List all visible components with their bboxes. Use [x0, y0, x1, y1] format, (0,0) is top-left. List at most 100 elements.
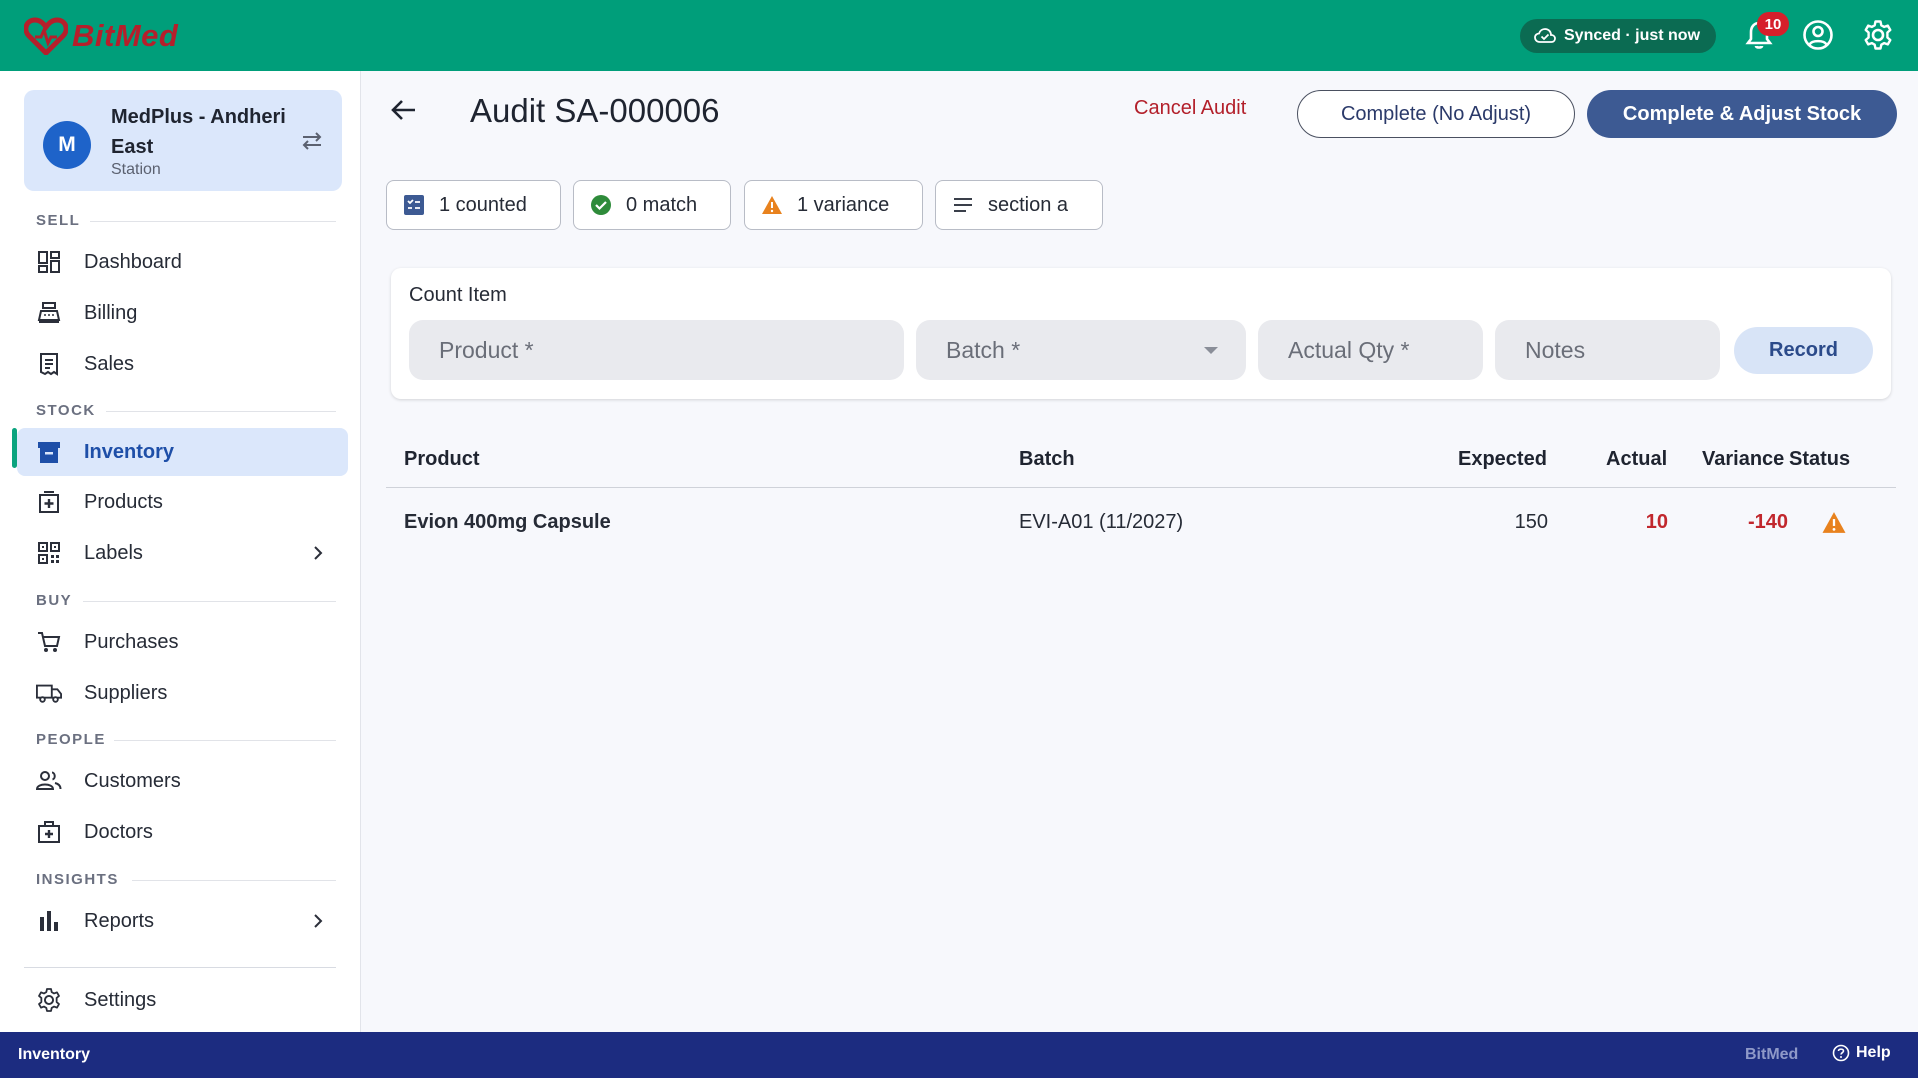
sidebar-item-labels[interactable]: Labels: [12, 529, 348, 577]
match-chip[interactable]: 0 match: [573, 180, 731, 230]
cell-actual: 10: [1645, 511, 1668, 533]
sidebar-item-doctors[interactable]: Doctors: [12, 808, 348, 856]
sidebar-item-label: Inventory: [84, 441, 175, 463]
match-chip-label: 0 match: [626, 193, 698, 216]
section-people: PEOPLE: [36, 731, 106, 748]
sidebar-item-purchases[interactable]: Purchases: [12, 618, 348, 666]
divider: [24, 967, 336, 968]
settings-button[interactable]: [1860, 17, 1896, 53]
counted-chip[interactable]: 1 counted: [386, 180, 561, 230]
archive-icon: [36, 439, 62, 465]
checklist-icon: [404, 195, 424, 215]
sidebar-item-label: Billing: [84, 302, 138, 324]
actual-qty-placeholder: Actual Qty *: [1288, 336, 1410, 363]
arrow-left-icon: [391, 100, 415, 120]
cancel-audit-button[interactable]: Cancel Audit: [1134, 97, 1246, 120]
sidebar-item-label: Labels: [84, 542, 143, 564]
gear-icon: [36, 987, 62, 1013]
cart-icon: [36, 629, 62, 655]
section-insights: INSIGHTS: [36, 871, 119, 888]
help-circle-icon: [1832, 1044, 1850, 1062]
divider: [114, 740, 336, 741]
complete-no-adjust-button[interactable]: Complete (No Adjust): [1297, 90, 1575, 138]
app-logo[interactable]: BitMed: [24, 16, 178, 56]
swap-horizontal-icon[interactable]: [299, 128, 325, 154]
column-header-expected[interactable]: Expected: [1458, 448, 1547, 471]
sidebar-item-reports[interactable]: Reports: [12, 897, 348, 945]
account-circle-icon: [1803, 20, 1833, 50]
column-header-actual[interactable]: Actual: [1606, 448, 1667, 471]
chevron-right-icon: [314, 546, 323, 560]
section-chip[interactable]: section a: [935, 180, 1103, 230]
footer-brand: BitMed: [1745, 1046, 1799, 1063]
sidebar-item-products[interactable]: Products: [12, 478, 348, 526]
variance-chip[interactable]: 1 variance: [744, 180, 923, 230]
section-chip-label: section a: [988, 193, 1069, 216]
current-page-label: Inventory: [18, 1046, 91, 1063]
counted-chip-label: 1 counted: [439, 193, 527, 216]
divider: [90, 221, 336, 222]
heart-logo-icon: [24, 17, 68, 55]
cell-variance: -140: [1747, 511, 1788, 533]
brand-name: BitMed: [72, 18, 179, 53]
gear-icon: [1864, 20, 1892, 50]
cloud-check-icon: [1534, 28, 1556, 43]
back-button[interactable]: [386, 92, 422, 128]
actual-qty-input[interactable]: Actual Qty *: [1258, 320, 1483, 380]
help-link[interactable]: Help: [1832, 1044, 1891, 1062]
top-bar: BitMed Synced · just now 10: [0, 0, 1918, 71]
cell-product: Evion 400mg Capsule: [404, 511, 611, 533]
store-switcher[interactable]: M MedPlus - Andheri East Station: [24, 90, 342, 191]
notification-badge: 10: [1757, 12, 1789, 36]
store-subtitle: Station: [111, 161, 161, 178]
section-buy: BUY: [36, 592, 73, 609]
bar-chart-icon: [36, 908, 62, 934]
column-header-status[interactable]: Status: [1789, 448, 1850, 471]
sync-status[interactable]: Synced · just now: [1520, 19, 1716, 53]
cell-batch: EVI-A01 (11/2027): [1019, 511, 1184, 533]
avatar: M: [43, 121, 91, 169]
check-circle-icon: [591, 195, 611, 215]
sidebar-item-label: Settings: [84, 989, 157, 1011]
sidebar-item-label: Products: [84, 491, 163, 513]
chevron-right-icon: [314, 914, 323, 928]
variance-chip-label: 1 variance: [797, 193, 890, 216]
column-header-variance[interactable]: Variance: [1702, 448, 1784, 471]
sidebar-item-billing[interactable]: Billing: [12, 289, 348, 337]
product-input-placeholder: Product *: [439, 336, 534, 363]
notes-input[interactable]: Notes: [1495, 320, 1720, 380]
sidebar-item-customers[interactable]: Customers: [12, 757, 348, 805]
column-header-batch[interactable]: Batch: [1019, 448, 1075, 471]
medical-box-icon: [36, 489, 62, 515]
section-stock: STOCK: [36, 402, 96, 419]
account-button[interactable]: [1800, 17, 1836, 53]
sidebar-item-label: Suppliers: [84, 682, 168, 704]
section-sell: SELL: [36, 212, 81, 229]
sidebar-item-settings[interactable]: Settings: [12, 976, 348, 1024]
complete-adjust-stock-button[interactable]: Complete & Adjust Stock: [1587, 90, 1897, 138]
dashboard-icon: [36, 249, 62, 275]
batch-select-placeholder: Batch *: [946, 336, 1021, 363]
record-button[interactable]: Record: [1734, 327, 1873, 374]
table-header-divider: [386, 487, 1896, 488]
sidebar-item-suppliers[interactable]: Suppliers: [12, 669, 348, 717]
warning-icon: [762, 196, 782, 214]
receipt-icon: [36, 351, 62, 377]
sidebar-item-label: Reports: [84, 910, 155, 932]
sidebar-item-label: Customers: [84, 770, 181, 792]
sidebar-item-dashboard[interactable]: Dashboard: [12, 238, 348, 286]
batch-select[interactable]: Batch *: [916, 320, 1246, 380]
dropdown-arrow-icon: [1204, 347, 1218, 354]
truck-icon: [36, 680, 62, 706]
sidebar-item-sales[interactable]: Sales: [12, 340, 348, 388]
sidebar-item-label: Sales: [84, 353, 135, 375]
product-input[interactable]: Product *: [409, 320, 904, 380]
column-header-product[interactable]: Product: [404, 448, 480, 471]
count-item-title: Count Item: [409, 284, 507, 306]
sidebar: M MedPlus - Andheri East Station SELL Da…: [0, 71, 361, 1032]
medical-bag-icon: [36, 819, 62, 845]
sidebar-item-inventory[interactable]: Inventory: [17, 428, 348, 476]
cash-register-icon: [36, 300, 62, 326]
sidebar-item-label: Dashboard: [84, 251, 182, 273]
divider: [106, 411, 336, 412]
